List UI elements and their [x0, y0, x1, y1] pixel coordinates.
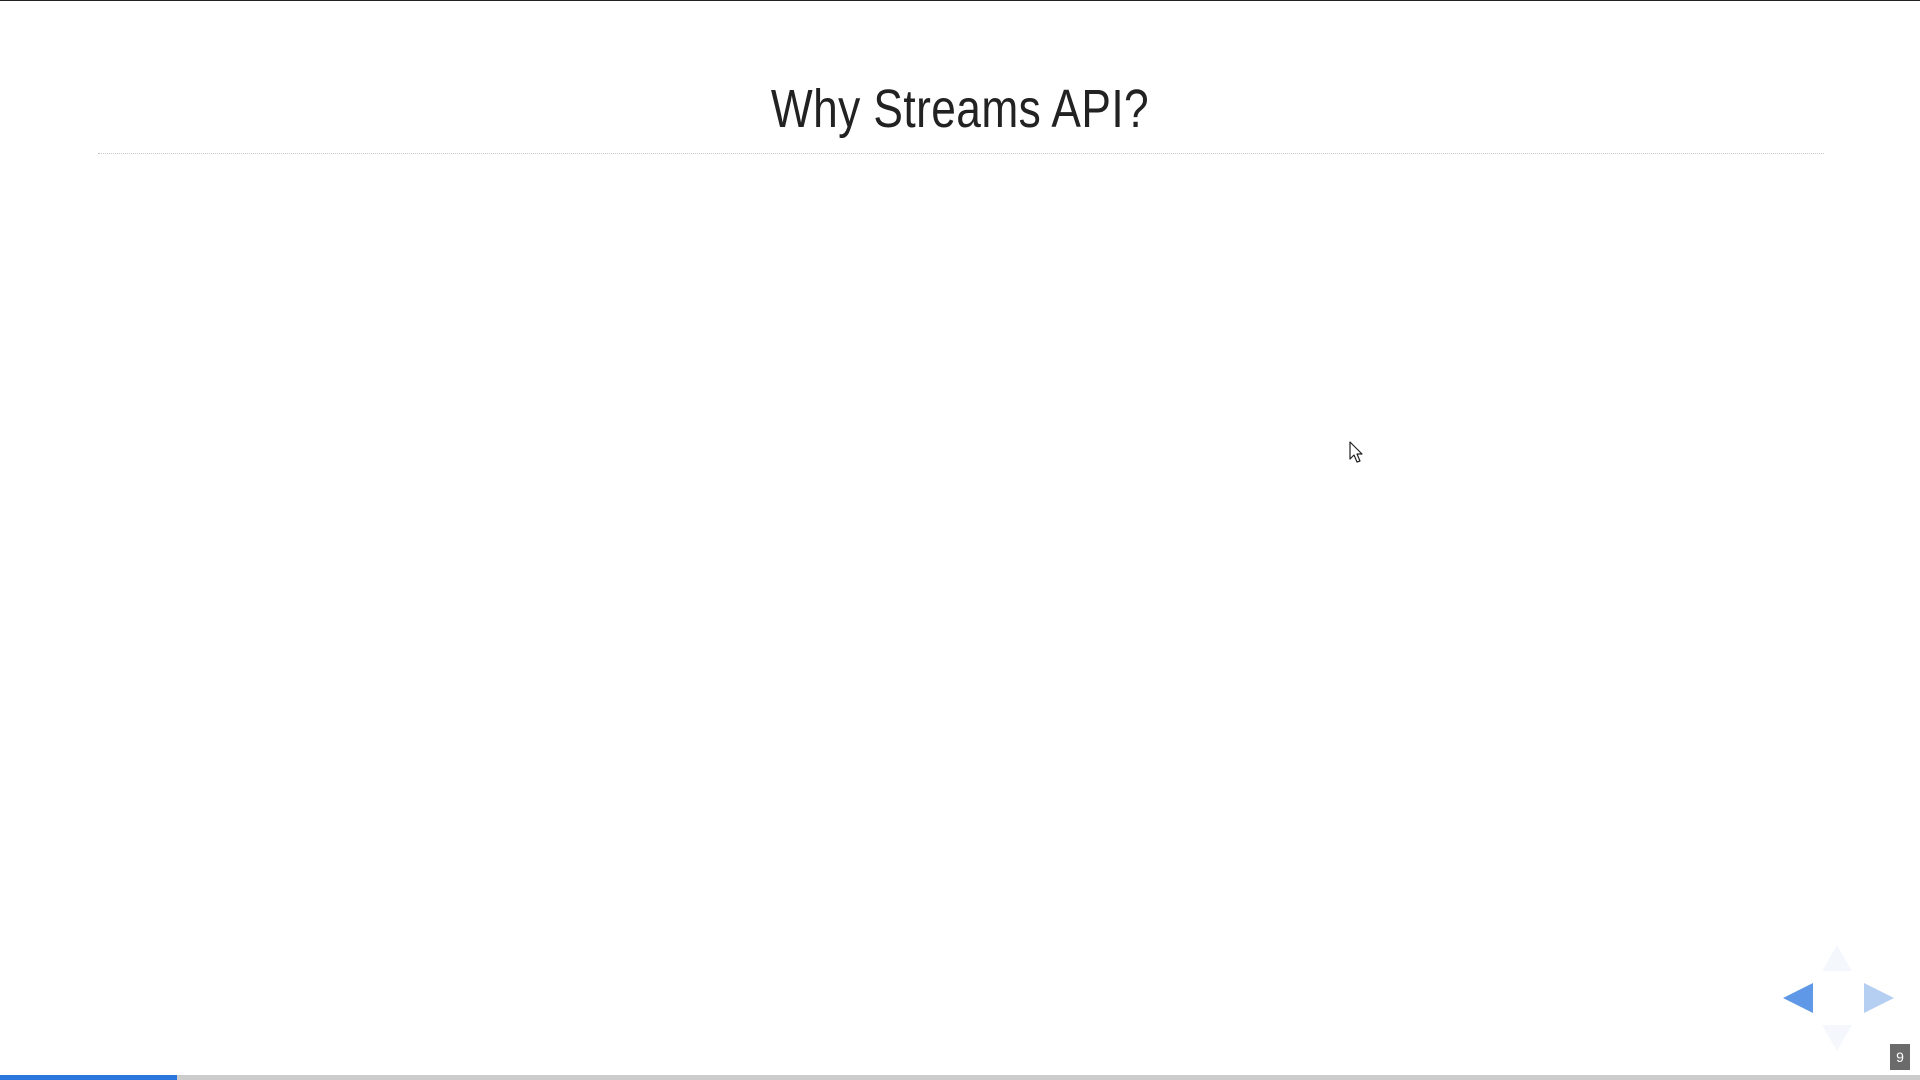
progress-fill: [0, 1075, 177, 1080]
slide-title: Why Streams API?: [770, 79, 1150, 139]
arrow-down-icon[interactable]: [1822, 1025, 1852, 1051]
slide: Why Streams API?: [0, 0, 1920, 1080]
slide-number: 9: [1890, 1044, 1910, 1070]
mouse-cursor-icon: [1349, 441, 1363, 463]
title-divider: [98, 153, 1824, 154]
arrow-up-icon[interactable]: [1822, 945, 1852, 971]
navigation-controls: [1780, 945, 1895, 1051]
arrow-right-icon[interactable]: [1864, 983, 1894, 1013]
arrow-left-icon[interactable]: [1783, 983, 1813, 1013]
progress-bar[interactable]: [0, 1075, 1920, 1080]
